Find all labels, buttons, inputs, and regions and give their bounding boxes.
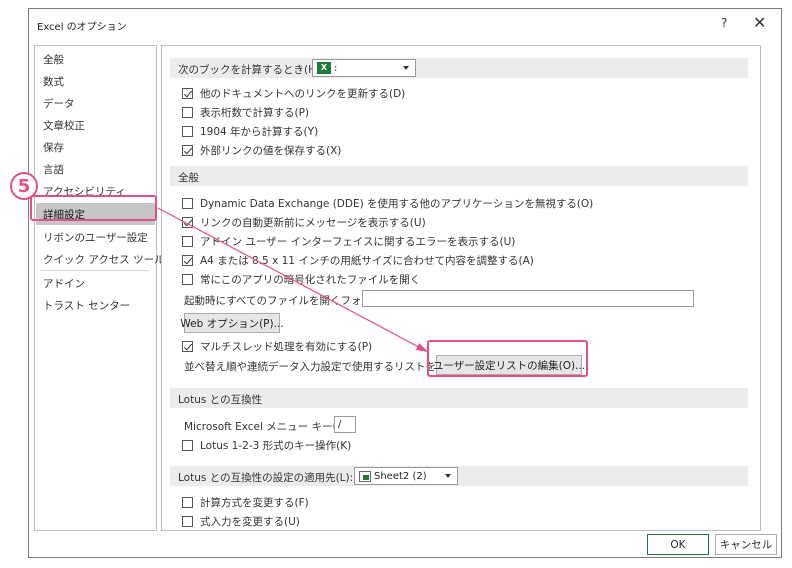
checkbox-addin-ui-errors[interactable] — [182, 236, 193, 247]
checkbox-save-external-links[interactable] — [182, 145, 193, 156]
checkbox-update-links[interactable] — [182, 88, 193, 99]
option-label: リンクの自動更新前にメッセージを表示する(U) — [200, 217, 426, 229]
sidebar-divider — [41, 270, 149, 271]
option-transition-formula-eval[interactable]: 計算方式を変更する(F) — [182, 495, 309, 510]
lotus-settings-select-value: Sheet2 (2) — [374, 470, 427, 482]
option-label: 他のドキュメントへのリンクを更新する(D) — [200, 88, 406, 100]
option-open-encrypted[interactable]: 常にこのアプリの暗号化されたファイルを開く — [182, 272, 420, 287]
option-save-external-links[interactable]: 外部リンクの値を保存する(X) — [182, 143, 341, 158]
option-label: 式入力を変更する(U) — [200, 516, 300, 528]
help-button[interactable]: ? — [721, 16, 727, 30]
option-label: 計算方式を変更する(F) — [200, 497, 309, 509]
option-label: Lotus 1-2-3 形式のキー操作(K) — [200, 440, 352, 452]
dialog-title: Excel のオプション — [37, 22, 127, 33]
option-update-links[interactable]: 他のドキュメントへのリンクを更新する(D) — [182, 86, 405, 101]
highlight-edit-custom-lists — [427, 340, 588, 377]
excel-icon: X — [317, 62, 331, 74]
content-scrollbar[interactable] — [760, 46, 761, 530]
chevron-down-icon — [445, 474, 451, 478]
sidebar-item-customize-ribbon[interactable]: リボンのユーザー設定 — [43, 230, 148, 245]
sidebar-item-trust-center[interactable]: トラスト センター — [43, 298, 130, 313]
menu-key-input[interactable]: / — [334, 416, 356, 433]
checkbox-precision[interactable] — [182, 107, 193, 118]
startup-folder-input[interactable] — [362, 290, 694, 307]
option-label: 常にこのアプリの暗号化されたファイルを開く — [200, 274, 421, 286]
sidebar-item-data[interactable]: データ — [43, 96, 75, 111]
sheet-icon — [359, 470, 371, 482]
option-label: アドイン ユーザー インターフェイスに関するエラーを表示する(U) — [200, 236, 516, 248]
option-1904-date[interactable]: 1904 年から計算する(Y) — [182, 124, 318, 139]
option-scale-a4[interactable]: A4 または 8.5 x 11 インチの用紙サイズに合わせて内容を調整する(A) — [182, 253, 534, 268]
option-ask-update-links[interactable]: リンクの自動更新前にメッセージを表示する(U) — [182, 215, 426, 230]
close-icon[interactable]: ✕ — [753, 13, 766, 32]
checkbox-ignore-dde[interactable] — [182, 198, 193, 209]
section-general: 全般 — [170, 166, 748, 186]
option-label: マルチスレッド処理を有効にする(P) — [200, 341, 373, 353]
lotus-compat-label: Lotus との互換性 — [178, 394, 263, 406]
lotus-settings-sheet-select[interactable]: Sheet2 (2) — [354, 467, 458, 485]
sidebar-item-proofing[interactable]: 文章校正 — [43, 118, 85, 133]
option-label: 1904 年から計算する(Y) — [200, 126, 319, 138]
checkbox-lotus-keys[interactable] — [182, 440, 193, 451]
option-label: A4 または 8.5 x 11 インチの用紙サイズに合わせて内容を調整する(A) — [200, 255, 534, 267]
web-options-button[interactable]: Web オプション(P)... — [180, 313, 284, 333]
option-label: 外部リンクの値を保存する(X) — [200, 145, 342, 157]
checkbox-scale-a4[interactable] — [182, 255, 193, 266]
excel-options-dialog: Excel のオプション ? ✕ 全般 数式 データ 文章校正 保存 言語 アク… — [28, 8, 782, 558]
section-lotus-compat: Lotus との互換性 — [170, 388, 748, 408]
sidebar-item-save[interactable]: 保存 — [43, 140, 64, 155]
option-lotus-keys[interactable]: Lotus 1-2-3 形式のキー操作(K) — [182, 438, 351, 453]
option-transition-formula-entry[interactable]: 式入力を変更する(U) — [182, 514, 300, 529]
lotus-settings-label: Lotus との互換性の設定の適用先(L): — [178, 472, 354, 484]
general-section-label: 全般 — [178, 172, 199, 184]
checkbox-transition-formula-eval[interactable] — [182, 497, 193, 508]
checkbox-open-encrypted[interactable] — [182, 274, 193, 285]
sidebar-item-language[interactable]: 言語 — [43, 162, 64, 177]
checkbox-multithread[interactable] — [182, 341, 193, 352]
options-content-pane: 次のブックを計算するとき(H): X : 他のドキュメントへのリンクを更新する(… — [161, 45, 761, 531]
checkbox-1904[interactable] — [182, 126, 193, 137]
section-calc-book: 次のブックを計算するとき(H): X : — [170, 58, 748, 78]
ok-button[interactable]: OK — [647, 534, 709, 555]
step-number-badge: 5 — [10, 172, 38, 200]
calc-book-select[interactable]: X : — [312, 59, 416, 77]
option-label: 表示桁数で計算する(P) — [200, 107, 310, 119]
title-bar: Excel のオプション ? ✕ — [29, 9, 781, 39]
sidebar-item-addins[interactable]: アドイン — [43, 276, 85, 291]
checkbox-ask-update-links[interactable] — [182, 217, 193, 228]
option-addin-ui-errors[interactable]: アドイン ユーザー インターフェイスに関するエラーを表示する(U) — [182, 234, 515, 249]
cancel-button[interactable]: キャンセル — [715, 534, 777, 555]
section-lotus-settings: Lotus との互換性の設定の適用先(L): Sheet2 (2) — [170, 466, 748, 486]
sidebar-item-formulas[interactable]: 数式 — [43, 74, 64, 89]
calc-book-select-value: : — [334, 62, 338, 74]
calc-book-label: 次のブックを計算するとき(H): — [178, 64, 324, 76]
menu-key-label: Microsoft Excel メニュー キー(M): — [184, 421, 354, 433]
highlight-advanced — [30, 195, 157, 221]
chevron-down-icon — [403, 66, 409, 70]
option-ignore-dde[interactable]: Dynamic Data Exchange (DDE) を使用する他のアプリケー… — [182, 196, 593, 211]
checkbox-transition-formula-entry[interactable] — [182, 516, 193, 527]
sidebar-item-general[interactable]: 全般 — [43, 52, 64, 67]
option-precision-as-displayed[interactable]: 表示桁数で計算する(P) — [182, 105, 309, 120]
option-multithread[interactable]: マルチスレッド処理を有効にする(P) — [182, 339, 372, 354]
option-label: Dynamic Data Exchange (DDE) を使用する他のアプリケー… — [200, 198, 594, 210]
options-sidebar: 全般 数式 データ 文章校正 保存 言語 アクセシビリティ 詳細設定 リボンのユ… — [34, 45, 189, 531]
